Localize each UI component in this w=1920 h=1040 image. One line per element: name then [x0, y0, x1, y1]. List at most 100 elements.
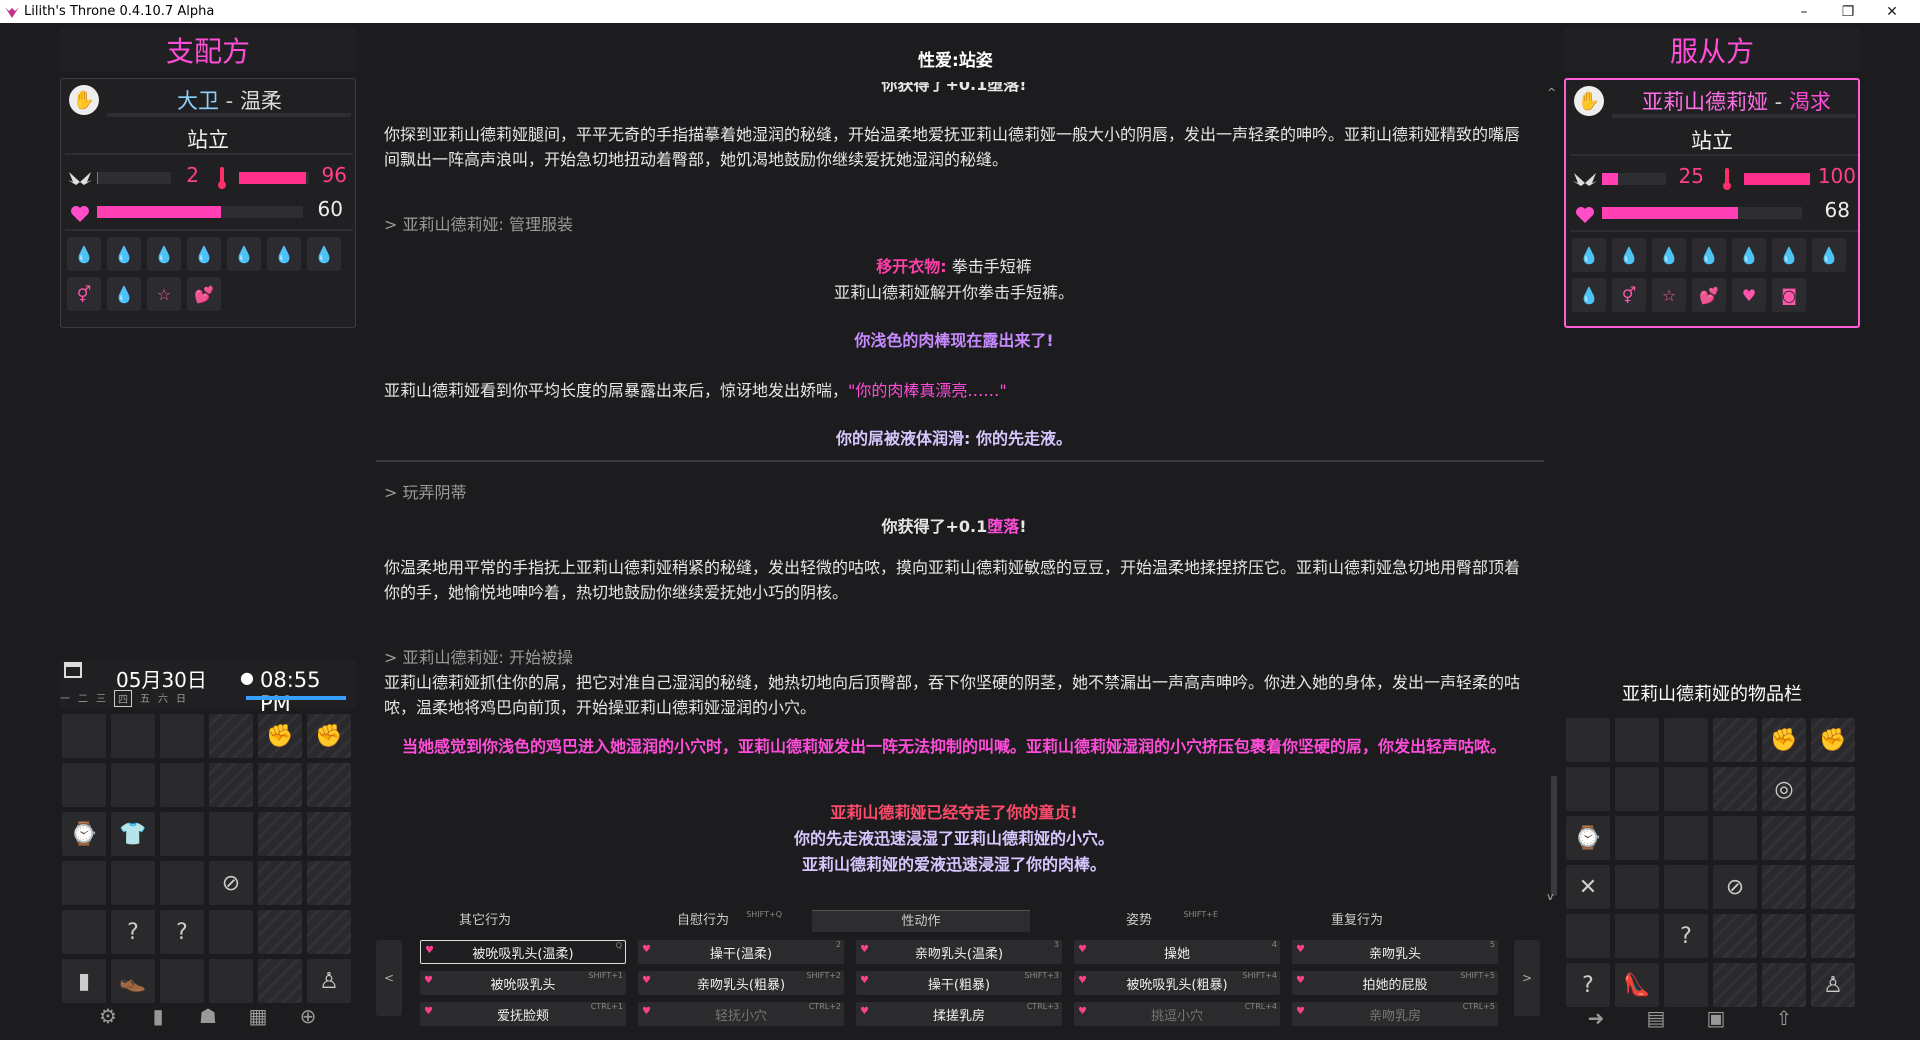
inventory-slot[interactable]	[1566, 767, 1610, 811]
inventory-slot[interactable]	[1664, 865, 1708, 909]
action-button[interactable]: ♥ 操她 4	[1074, 940, 1280, 964]
action-button[interactable]: ♥ 被吮吸乳头 SHIFT+1	[420, 971, 626, 995]
inventory-slot[interactable]	[258, 910, 302, 954]
log-scrollbar[interactable]	[1550, 86, 1558, 896]
tab-1[interactable]: 自慰行为 SHIFT+Q	[594, 910, 812, 932]
settings-gear-icon[interactable]: ⚙	[92, 1002, 124, 1030]
body-part-icon[interactable]: 💧	[1692, 238, 1726, 272]
fluid-icon[interactable]: 💧	[1572, 278, 1606, 312]
star-icon[interactable]: ☆	[1652, 278, 1686, 312]
inventory-slot[interactable]	[1664, 718, 1708, 762]
body-part-icon[interactable]: 💧	[107, 237, 141, 271]
close-button[interactable]: ✕	[1870, 0, 1914, 23]
body-part-icon[interactable]: 💧	[267, 237, 301, 271]
inventory-slot[interactable]	[1615, 718, 1659, 762]
inventory-slot[interactable]	[160, 714, 204, 758]
action-button[interactable]: ♥ 轻抚小穴 CTRL+2	[638, 1002, 844, 1026]
earrings-icon[interactable]: ◎	[1762, 767, 1806, 811]
inventory-slot[interactable]	[1811, 914, 1855, 958]
pants-icon[interactable]: ?	[111, 910, 155, 954]
inventory-slot[interactable]	[1615, 914, 1659, 958]
shirt-icon[interactable]: 👕	[111, 812, 155, 856]
inventory-slot[interactable]	[1762, 816, 1806, 860]
action-button[interactable]: ♥ 挑逗小穴 CTRL+4	[1074, 1002, 1280, 1026]
inventory-slot[interactable]	[160, 812, 204, 856]
panties-icon[interactable]: ?	[1664, 914, 1708, 958]
hearts-icon[interactable]: 💕	[187, 277, 221, 311]
gender-icon[interactable]: ⚥	[1612, 278, 1646, 312]
save-icon[interactable]: ▣	[1700, 1004, 1732, 1032]
glove-icon[interactable]: ✊	[307, 714, 351, 758]
shoes-icon[interactable]: 👞	[111, 959, 155, 1003]
body-part-icon[interactable]: 💧	[1812, 238, 1846, 272]
inventory-slot[interactable]	[1713, 963, 1757, 1007]
action-button[interactable]: ♥ 操干(粗暴) SHIFT+3	[856, 971, 1062, 995]
body-part-icon[interactable]: 💧	[147, 237, 181, 271]
inventory-slot[interactable]	[1762, 963, 1806, 1007]
submissive-character-card[interactable]: ✋ 亚莉山德莉娅 - 渴求 站立 25 100 68 💧 💧 💧 💧 💧 💧 💧…	[1564, 78, 1860, 328]
inventory-slot[interactable]	[307, 812, 351, 856]
inventory-slot[interactable]	[307, 763, 351, 807]
gender-icon[interactable]: ⚥	[67, 277, 101, 311]
scroll-down-icon[interactable]: v	[1547, 890, 1554, 903]
dominant-character-card[interactable]: ✋ 大卫 - 温柔 站立 2 96 60 💧 💧 💧 💧 💧 💧 💧 ⚥ 💧 ☆…	[60, 78, 356, 328]
action-button[interactable]: ♥ 亲吻乳头 5	[1292, 940, 1498, 964]
calendar-icon[interactable]	[64, 662, 82, 678]
inventory-slot[interactable]	[307, 861, 351, 905]
phone-icon[interactable]: ▮	[142, 1002, 174, 1030]
tab-0[interactable]: 其它行为	[376, 910, 594, 932]
scrollbar-thumb[interactable]	[1551, 776, 1557, 896]
action-button[interactable]: ♥ 亲吻乳房 CTRL+5	[1292, 1002, 1498, 1026]
inventory-slot[interactable]	[1615, 816, 1659, 860]
dominant-name[interactable]: 大卫 - 温柔	[177, 85, 282, 115]
action-button[interactable]: ♥ 拍她的屁股 SHIFT+5	[1292, 971, 1498, 995]
glove-icon[interactable]: ✊	[1811, 718, 1855, 762]
inventory-slot[interactable]	[62, 910, 106, 954]
inventory-slot[interactable]	[209, 910, 253, 954]
watch-icon[interactable]: ⌚	[1566, 816, 1610, 860]
hearts-icon[interactable]: 💕	[1692, 278, 1726, 312]
ring-icon[interactable]: ⊘	[1713, 865, 1757, 909]
sock-icon[interactable]: ▮	[62, 959, 106, 1003]
minimize-button[interactable]: –	[1782, 0, 1826, 23]
inventory-slot[interactable]	[1811, 767, 1855, 811]
transfer-icon[interactable]: ➜	[1580, 1004, 1612, 1032]
fluid-icon[interactable]: 💧	[107, 277, 141, 311]
mask-icon[interactable]: ◙	[1772, 278, 1806, 312]
inventory-slot[interactable]	[1615, 865, 1659, 909]
next-page-button[interactable]: >	[1514, 940, 1540, 1016]
tab-2[interactable]: 性动作	[812, 910, 1030, 932]
action-button[interactable]: ♥ 亲吻乳头(温柔) 3	[856, 940, 1062, 964]
inventory-slot[interactable]	[1713, 718, 1757, 762]
body-part-icon[interactable]: 💧	[187, 237, 221, 271]
inventory-slot[interactable]	[111, 714, 155, 758]
action-button[interactable]: ♥ 被吮吸乳头(粗暴) SHIFT+4	[1074, 971, 1280, 995]
heart-icon[interactable]: ♥	[1732, 278, 1766, 312]
star-icon[interactable]: ☆	[147, 277, 181, 311]
watch-icon[interactable]: ⌚	[62, 812, 106, 856]
action-button[interactable]: ♥ 亲吻乳头(粗暴) SHIFT+2	[638, 971, 844, 995]
tab-4[interactable]: 重复行为	[1248, 910, 1466, 932]
inventory-slot[interactable]	[1615, 767, 1659, 811]
upload-icon[interactable]: ⇧	[1768, 1004, 1800, 1032]
inventory-slot[interactable]	[209, 763, 253, 807]
inventory-slot[interactable]	[209, 959, 253, 1003]
inventory-slot[interactable]	[1811, 865, 1855, 909]
action-button[interactable]: ♥ 爱抚脸颊 CTRL+1	[420, 1002, 626, 1026]
inventory-slot[interactable]	[62, 861, 106, 905]
body-icon[interactable]: ☗	[192, 1002, 224, 1030]
body-part-icon[interactable]: 💧	[1612, 238, 1646, 272]
action-button[interactable]: ♥ 揉搓乳房 CTRL+3	[856, 1002, 1062, 1026]
dress-icon[interactable]: ♙	[1811, 963, 1855, 1007]
prev-page-button[interactable]: <	[376, 940, 402, 1016]
inventory-slot[interactable]	[111, 861, 155, 905]
body-part-icon[interactable]: 💧	[1572, 238, 1606, 272]
inventory-slot[interactable]	[258, 763, 302, 807]
inventory-slot[interactable]	[258, 812, 302, 856]
wardrobe-icon[interactable]: ▦	[242, 1002, 274, 1030]
inventory-slot[interactable]	[1566, 914, 1610, 958]
inventory-slot[interactable]	[1664, 767, 1708, 811]
inventory-slot[interactable]	[1664, 816, 1708, 860]
inventory-slot[interactable]	[209, 812, 253, 856]
inventory-slot[interactable]	[1713, 767, 1757, 811]
